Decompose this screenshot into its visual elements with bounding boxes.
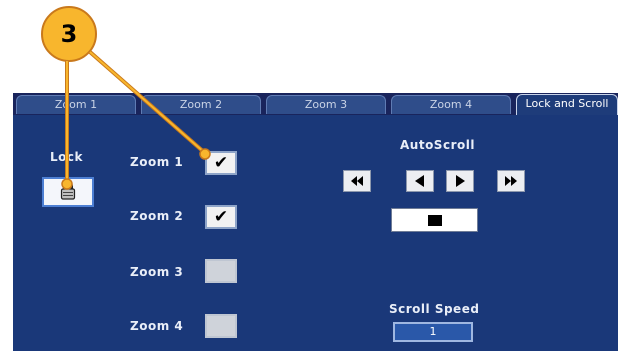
leader-dot	[61, 178, 73, 190]
leader-dot	[199, 148, 211, 160]
callout-leader-lines	[61, 50, 211, 190]
